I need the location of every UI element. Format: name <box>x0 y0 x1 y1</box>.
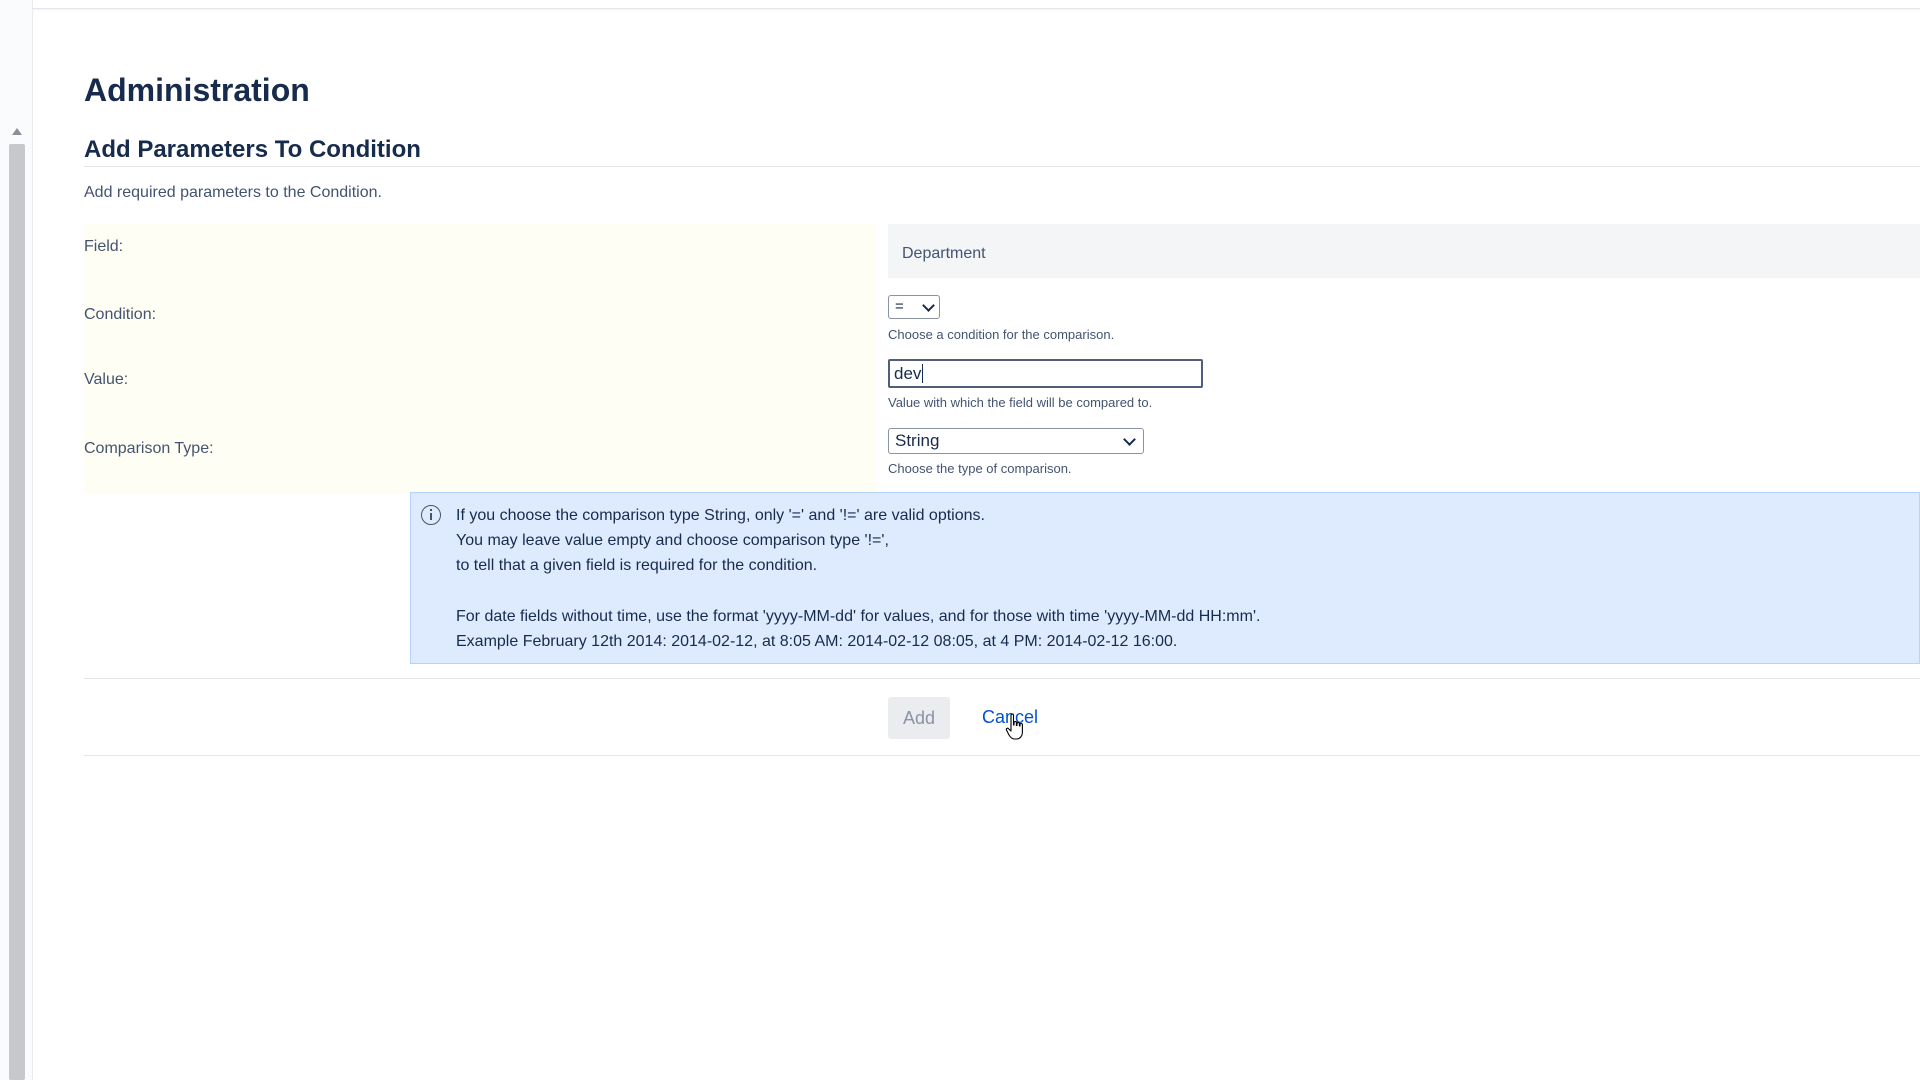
chevron-down-icon <box>922 299 935 312</box>
comparison-type-help-text: Choose the type of comparison. <box>888 461 1072 476</box>
field-value: Department <box>902 245 986 262</box>
hand-pointer-cursor-icon <box>1005 713 1023 740</box>
field-value-display: Department <box>888 224 1920 278</box>
condition-label: Condition: <box>84 306 157 323</box>
field-labels-panel: Field: Condition: Value: Comparison Type… <box>84 224 876 494</box>
info-line-1: If you choose the comparison type String… <box>456 507 985 524</box>
main-content: Administration Add Parameters To Conditi… <box>84 0 1920 1080</box>
condition-selected-value: = <box>895 298 904 315</box>
page-title: Administration <box>84 72 310 108</box>
scroll-up-arrow-icon[interactable] <box>12 128 22 135</box>
scrollbar-thumb[interactable] <box>9 144 25 1080</box>
actions-top-divider <box>84 678 1920 679</box>
section-divider <box>84 166 1920 167</box>
section-description: Add required parameters to the Condition… <box>84 184 382 201</box>
add-button[interactable]: Add <box>888 697 950 739</box>
actions-bottom-divider <box>84 755 1920 756</box>
condition-select[interactable]: = <box>888 295 940 319</box>
info-line-4: For date fields without time, use the fo… <box>456 608 1261 625</box>
comparison-type-select[interactable]: String <box>888 428 1144 454</box>
info-line-2: You may leave value empty and choose com… <box>456 532 889 549</box>
value-help-text: Value with which the field will be compa… <box>888 395 1153 410</box>
field-label: Field: <box>84 238 124 255</box>
value-label: Value: <box>84 371 129 388</box>
condition-help-text: Choose a condition for the comparison. <box>888 327 1115 342</box>
comparison-type-label: Comparison Type: <box>84 440 214 457</box>
left-scrollbar[interactable] <box>0 0 33 1080</box>
chevron-down-icon <box>1123 433 1136 446</box>
info-message: If you choose the comparison type String… <box>410 492 1920 664</box>
section-title: Add Parameters To Condition <box>84 136 421 163</box>
info-icon <box>421 505 441 525</box>
text-caret <box>922 364 923 383</box>
value-input[interactable] <box>888 359 1203 388</box>
info-line-5: Example February 12th 2014: 2014-02-12, … <box>456 633 1178 650</box>
comparison-type-selected-value: String <box>895 431 940 450</box>
info-line-3: to tell that a given field is required f… <box>456 557 818 574</box>
